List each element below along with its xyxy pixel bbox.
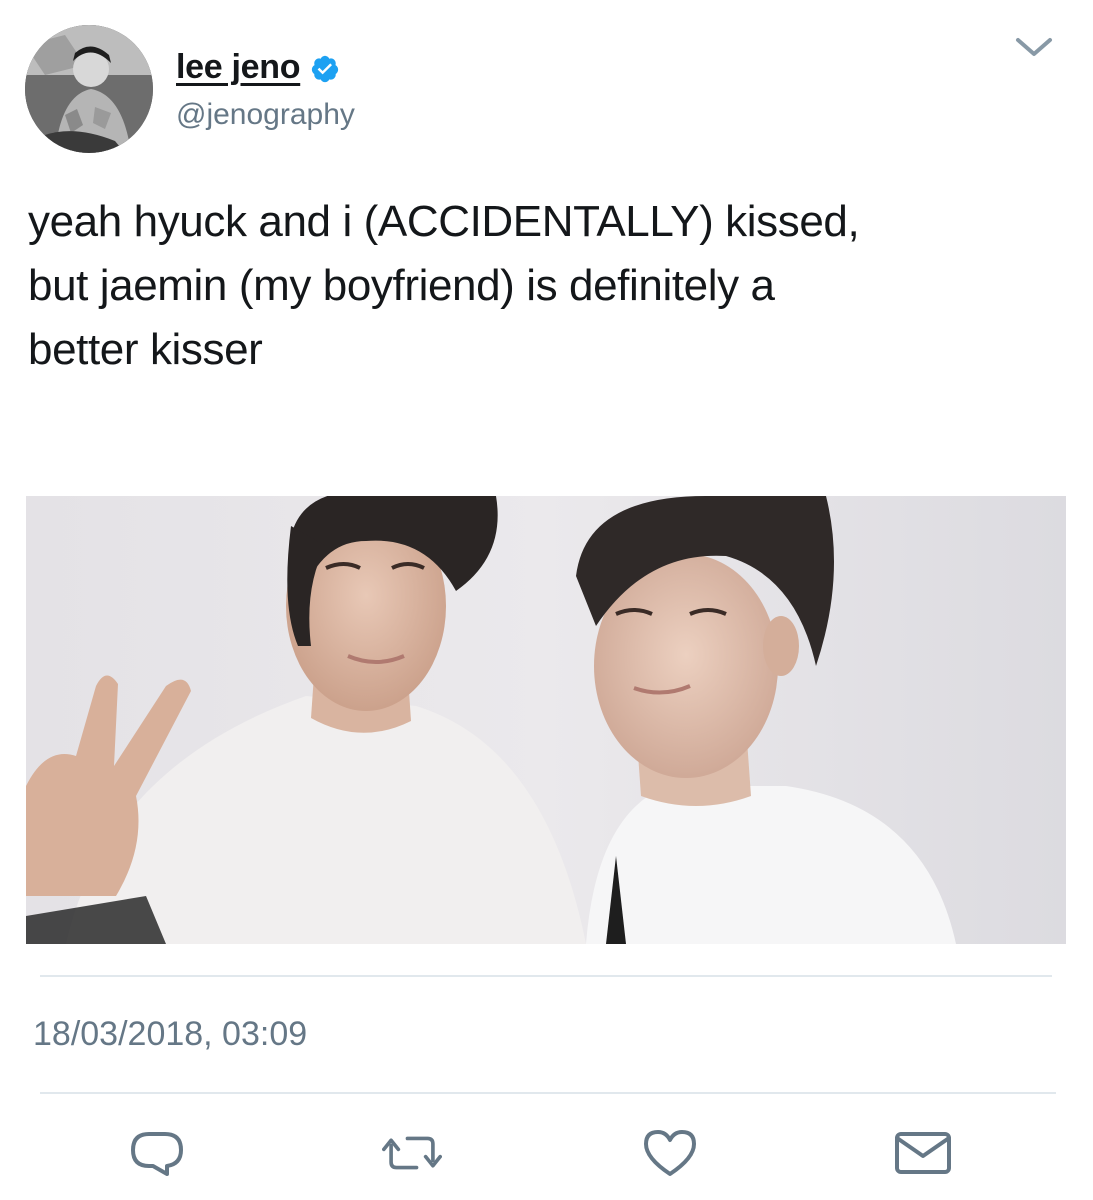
user-handle[interactable]: @jenography: [176, 98, 355, 132]
tweet-photo[interactable]: [26, 496, 1066, 944]
avatar[interactable]: [25, 25, 153, 153]
tweet-text: yeah hyuck and i (ACCIDENTALLY) kissed, …: [28, 190, 1068, 382]
heart-icon: [644, 1130, 696, 1176]
envelope-icon: [895, 1132, 951, 1174]
display-name[interactable]: lee jeno: [176, 48, 301, 87]
tweet-text-line: yeah hyuck and i (ACCIDENTALLY) kissed,: [28, 197, 860, 246]
like-button[interactable]: [640, 1126, 700, 1180]
verified-badge-icon: [310, 54, 340, 84]
chevron-down-icon[interactable]: [1012, 30, 1056, 66]
tweet-card: lee jeno @jenography yeah hyuck and i (A…: [0, 0, 1093, 1200]
message-button[interactable]: [893, 1126, 953, 1180]
divider: [40, 975, 1052, 977]
retweet-icon: [382, 1136, 442, 1170]
name-row: lee jeno: [176, 48, 340, 87]
tweet-text-line: better kisser: [28, 325, 263, 374]
tweet-text-line: but jaemin (my boyfriend) is definitely …: [28, 261, 775, 310]
reply-icon: [131, 1132, 183, 1176]
retweet-button[interactable]: [382, 1126, 442, 1180]
reply-button[interactable]: [127, 1126, 187, 1180]
divider: [40, 1092, 1056, 1094]
tweet-timestamp[interactable]: 18/03/2018, 03:09: [33, 1015, 307, 1054]
